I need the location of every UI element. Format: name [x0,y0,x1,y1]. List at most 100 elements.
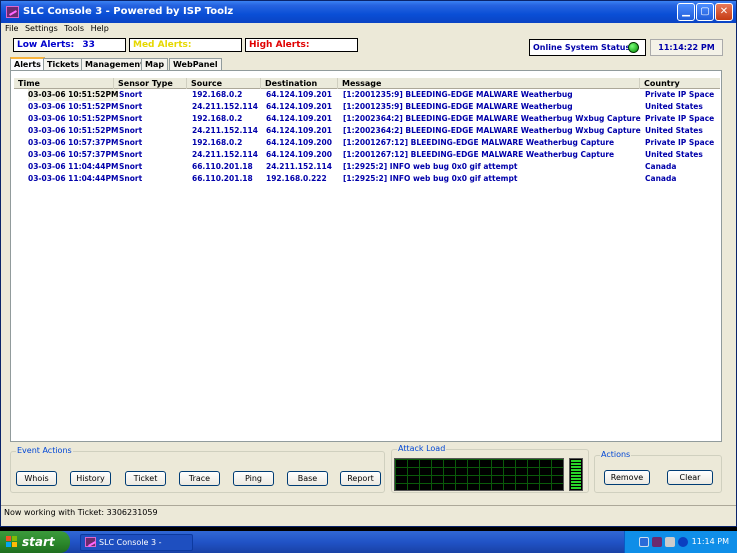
col-source[interactable]: Source [186,78,260,89]
cell-message: [1:2925:2] INFO web bug 0x0 gif attempt [343,174,518,183]
network-icon[interactable] [639,537,649,547]
cell-message: [1:2001267:12] BLEEDING-EDGE MALWARE Wea… [343,150,615,159]
whois-button[interactable]: Whois [16,471,57,486]
cell-source: 192.168.0.2 [192,138,243,147]
alerts-grid[interactable]: Time Sensor Type Source Destination Mess… [14,78,720,185]
title-bar[interactable]: SLC Console 3 - Powered by ISP Toolz ▁ ▢… [1,1,736,23]
cell-time: 03-03-06 11:04:44PM [28,174,119,183]
menu-tools[interactable]: Tools [64,23,84,35]
col-message[interactable]: Message [337,78,639,89]
online-status-label: Online System Status [533,43,631,52]
cell-country: United States [645,102,703,111]
cell-source: 24.211.152.114 [192,150,258,159]
cell-time: 03-03-06 10:51:52PM [28,102,119,111]
cell-destination: 64.124.109.201 [266,114,332,123]
cell-sensor: Snort [119,138,143,147]
cell-country: Private IP Space [645,138,715,147]
task-app-icon [85,537,96,547]
attack-load-legend: Attack Load [397,444,447,453]
cell-source: 24.211.152.114 [192,126,258,135]
cell-message: [1:2001235:9] BLEEDING-EDGE MALWARE Weat… [343,90,573,99]
cell-source: 66.110.201.18 [192,162,253,171]
cell-time: 03-03-06 10:57:37PM [28,138,119,147]
volume-icon[interactable] [665,537,675,547]
cell-source: 66.110.201.18 [192,174,253,183]
low-alerts-box: Low Alerts: 33 [13,38,126,52]
col-country[interactable]: Country [639,78,720,89]
bottom-controls: Event Actions Whois History Ticket Trace… [10,444,722,493]
table-row[interactable]: 03-03-06 10:51:52PM Snort 24.211.152.114 64… [14,125,720,137]
event-actions-legend: Event Actions [16,446,73,455]
cell-sensor: Snort [119,114,143,123]
cell-message: [1:2001267:12] BLEEDING-EDGE MALWARE Wea… [343,138,615,147]
clock-display: 11:14:22 PM [650,39,723,56]
close-button[interactable]: ✕ [715,3,733,21]
clear-button[interactable]: Clear [667,470,713,485]
status-bar: Now working with Ticket: 3306231059 [1,505,736,518]
table-row[interactable]: 03-03-06 11:04:44PM Snort 66.110.201.18 192… [14,173,720,185]
cell-source: 192.168.0.2 [192,90,243,99]
cell-country: Canada [645,174,677,183]
high-alerts-box: High Alerts: [245,38,358,52]
grid-body: 03-03-06 10:51:52PM Snort 192.168.0.2 64.12… [14,89,720,185]
table-row[interactable]: 03-03-06 10:57:37PM Snort 24.211.152.114 64… [14,149,720,161]
table-row[interactable]: 03-03-06 10:51:52PM Snort 192.168.0.2 64.12… [14,89,720,101]
actions-group: Actions Remove Clear [594,450,722,493]
start-button[interactable]: start [0,531,70,553]
cell-sensor: Snort [119,102,143,111]
taskbar-app-button[interactable]: SLC Console 3 - Powe... [80,534,193,551]
windows-flag-icon [6,536,18,548]
app-icon [6,6,19,18]
cell-time: 03-03-06 10:57:37PM [28,150,119,159]
table-row[interactable]: 03-03-06 10:51:52PM Snort 192.168.0.2 64.12… [14,113,720,125]
attack-load-meter [569,458,583,491]
col-sensor-type[interactable]: Sensor Type [113,78,186,89]
cell-time: 03-03-06 11:04:44PM [28,162,119,171]
menu-settings[interactable]: Settings [25,23,58,35]
table-row[interactable]: 03-03-06 11:04:44PM Snort 66.110.201.18 24.… [14,161,720,173]
report-button[interactable]: Report [340,471,381,486]
window-title: SLC Console 3 - Powered by ISP Toolz [23,6,234,17]
history-button[interactable]: History [70,471,111,486]
table-row[interactable]: 03-03-06 10:57:37PM Snort 192.168.0.2 64.12… [14,137,720,149]
app-window: SLC Console 3 - Powered by ISP Toolz ▁ ▢… [0,0,737,527]
col-destination[interactable]: Destination [260,78,337,89]
col-time[interactable]: Time [14,78,113,89]
event-actions-group: Event Actions Whois History Ticket Trace… [10,446,385,493]
cell-sensor: Snort [119,174,143,183]
base-button[interactable]: Base [287,471,328,486]
taskbar-clock: 11:14 PM [691,537,729,546]
cell-source: 192.168.0.2 [192,114,243,123]
cell-destination: 64.124.109.201 [266,102,332,111]
status-led-icon [628,42,639,53]
cell-message: [1:2002364:2] BLEEDING-EDGE MALWARE Weat… [343,114,641,123]
cell-destination: 64.124.109.201 [266,126,332,135]
remove-button[interactable]: Remove [604,470,650,485]
alerts-panel: Time Sensor Type Source Destination Mess… [10,70,722,442]
menu-file[interactable]: File [5,23,18,35]
actions-legend: Actions [600,450,632,459]
cell-country: Private IP Space [645,114,715,123]
cell-sensor: Snort [119,90,143,99]
start-label: start [22,535,55,549]
grid-header: Time Sensor Type Source Destination Mess… [14,78,720,89]
cell-country: Canada [645,162,677,171]
minimize-button[interactable]: ▁ [677,3,695,21]
tray-app-icon[interactable] [652,537,662,547]
cell-destination: 192.168.0.222 [266,174,327,183]
cell-sensor: Snort [119,162,143,171]
menu-help[interactable]: Help [91,23,109,35]
system-tray: 11:14 PM [624,531,737,553]
maximize-button[interactable]: ▢ [696,3,714,21]
low-alerts-count: 33 [82,40,95,50]
cell-destination: 24.211.152.114 [266,162,332,171]
ping-button[interactable]: Ping [233,471,274,486]
cell-sensor: Snort [119,150,143,159]
attack-load-group: Attack Load [391,444,589,493]
table-row[interactable]: 03-03-06 10:51:52PM Snort 24.211.152.114 64… [14,101,720,113]
bluetooth-icon[interactable] [678,537,688,547]
cell-country: United States [645,126,703,135]
cell-message: [1:2002364:2] BLEEDING-EDGE MALWARE Weat… [343,126,641,135]
trace-button[interactable]: Trace [179,471,220,486]
ticket-button[interactable]: Ticket [125,471,166,486]
